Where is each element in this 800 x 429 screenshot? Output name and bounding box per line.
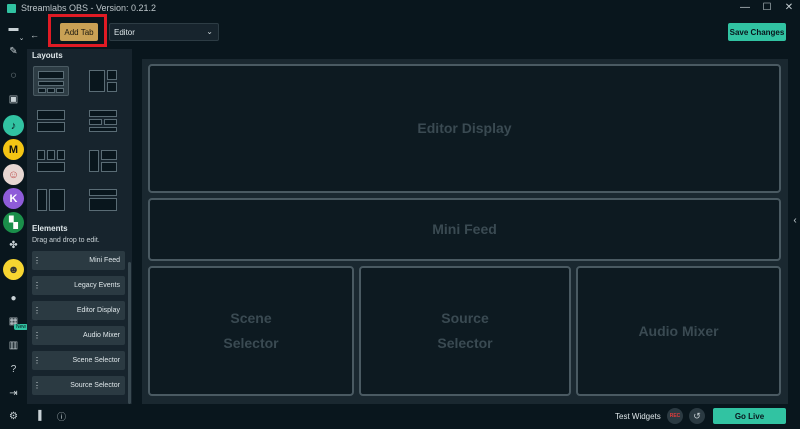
elements-heading: Elements: [32, 224, 68, 233]
region-label: Editor Display: [417, 120, 512, 136]
region-label: Mini Feed: [432, 221, 497, 237]
app-icon-k[interactable]: K: [3, 188, 24, 209]
elements-scrollbar[interactable]: [128, 262, 131, 404]
app-icon-avatar[interactable]: ☺: [3, 164, 24, 185]
drag-handle-icon[interactable]: ⋮: [32, 381, 42, 390]
region-source-selector[interactable]: Source Selector: [359, 266, 571, 396]
layout-option-8[interactable]: [85, 185, 121, 215]
element-source-selector[interactable]: ⋮ Source Selector: [32, 376, 125, 395]
region-audio-mixer[interactable]: Audio Mixer: [576, 266, 781, 396]
app-icon-music[interactable]: ♪: [3, 115, 24, 136]
replay-buffer-icon[interactable]: ↺: [689, 408, 705, 424]
region-scene-selector[interactable]: Scene Selector: [148, 266, 354, 396]
region-label: Scene Selector: [223, 310, 279, 351]
drag-handle-icon[interactable]: ⋮: [32, 356, 42, 365]
region-mini-feed[interactable]: Mini Feed: [148, 198, 781, 261]
element-scene-selector[interactable]: ⋮ Scene Selector: [32, 351, 125, 370]
editor-topbar: Add Tab Editor ⌄ Save Changes: [27, 16, 800, 49]
app-icon-green[interactable]: ▚: [3, 212, 24, 233]
element-label: Legacy Events: [74, 282, 120, 289]
title-bar: Streamlabs OBS - Version: 0.21.2 — ☐ ✕: [0, 0, 800, 16]
element-label: Source Selector: [70, 382, 120, 389]
puzzle-icon[interactable]: ✤: [6, 238, 21, 253]
logout-icon[interactable]: ⇥: [6, 386, 21, 401]
test-widgets-button[interactable]: Test Widgets: [615, 412, 661, 421]
layout-option-1[interactable]: [33, 66, 69, 96]
window-title: Streamlabs OBS - Version: 0.21.2: [21, 3, 157, 13]
stats-icon[interactable]: ▐: [35, 410, 41, 420]
settings-gear-icon[interactable]: ⚙: [6, 409, 21, 424]
element-audio-mixer[interactable]: ⋮ Audio Mixer: [32, 326, 125, 345]
save-changes-button[interactable]: Save Changes: [728, 23, 786, 41]
record-button[interactable]: REC: [667, 408, 683, 424]
window-controls: — ☐ ✕: [734, 0, 800, 16]
element-label: Editor Display: [76, 307, 120, 314]
app-icon-m[interactable]: M: [3, 139, 24, 160]
left-sidebar: ▬ ⌄ ✎ ◌ ▣ ♪ M ☺ K ▚ ✤ ☻ ● ▦ New ▥ ? ⇥ ⚙: [0, 16, 29, 429]
drag-handle-icon[interactable]: ⋮: [32, 331, 42, 340]
tab-select-value: Editor: [114, 27, 135, 37]
minimize-button[interactable]: —: [734, 0, 756, 16]
elements-hint: Drag and drop to edit.: [32, 237, 100, 244]
new-badge: New: [14, 324, 29, 330]
layout-option-7[interactable]: [33, 185, 69, 215]
go-live-button[interactable]: Go Live: [713, 408, 786, 424]
element-legacy-events[interactable]: ⋮ Legacy Events: [32, 276, 125, 295]
drag-handle-icon[interactable]: ⋮: [32, 281, 42, 290]
element-label: Scene Selector: [72, 357, 120, 364]
drag-handle-icon[interactable]: ⋮: [32, 306, 42, 315]
themes-icon[interactable]: ✎: [6, 44, 21, 59]
region-label: Audio Mixer: [638, 322, 719, 339]
layout-option-3[interactable]: [33, 106, 69, 136]
streamlabs-logo-icon: [7, 3, 16, 13]
app-icon-emoji[interactable]: ☻: [3, 259, 24, 280]
element-editor-display[interactable]: ⋮ Editor Display: [32, 301, 125, 320]
layout-option-5[interactable]: [33, 146, 69, 176]
info-icon[interactable]: ⓘ: [57, 410, 66, 423]
element-label: Audio Mixer: [83, 332, 120, 339]
tab-select-dropdown[interactable]: Editor ⌄: [109, 23, 219, 41]
drag-handle-icon[interactable]: ⋮: [32, 256, 42, 265]
layout-option-6[interactable]: [85, 146, 121, 176]
footer-bar: ▐ ⓘ Test Widgets REC ↺ Go Live: [27, 404, 800, 429]
layout-canvas: Editor Display Mini Feed Scene Selector S…: [142, 59, 788, 404]
help-circle-icon[interactable]: ●: [6, 291, 21, 306]
element-label: Mini Feed: [89, 257, 120, 264]
question-icon[interactable]: ?: [6, 362, 21, 377]
collapse-chevron-icon[interactable]: ‹: [790, 215, 800, 226]
layout-option-2[interactable]: [85, 66, 121, 96]
layout-panel: Layouts Elements Drag and drop to edit. …: [27, 49, 132, 404]
library-icon[interactable]: ▥: [6, 338, 21, 353]
back-arrow-icon[interactable]: ←: [30, 30, 39, 40]
region-editor-display[interactable]: Editor Display: [148, 64, 781, 193]
add-tab-button[interactable]: Add Tab: [60, 23, 98, 41]
chatbot-icon[interactable]: ◌: [6, 68, 21, 83]
store-icon[interactable]: ▣: [6, 92, 21, 107]
close-button[interactable]: ✕: [778, 0, 800, 16]
maximize-button[interactable]: ☐: [756, 0, 778, 16]
layout-option-4[interactable]: [85, 106, 121, 136]
region-label: Source Selector: [437, 310, 493, 351]
layouts-heading: Layouts: [32, 51, 63, 60]
chevron-down-icon: ⌄: [206, 27, 213, 36]
element-mini-feed[interactable]: ⋮ Mini Feed: [32, 251, 125, 270]
